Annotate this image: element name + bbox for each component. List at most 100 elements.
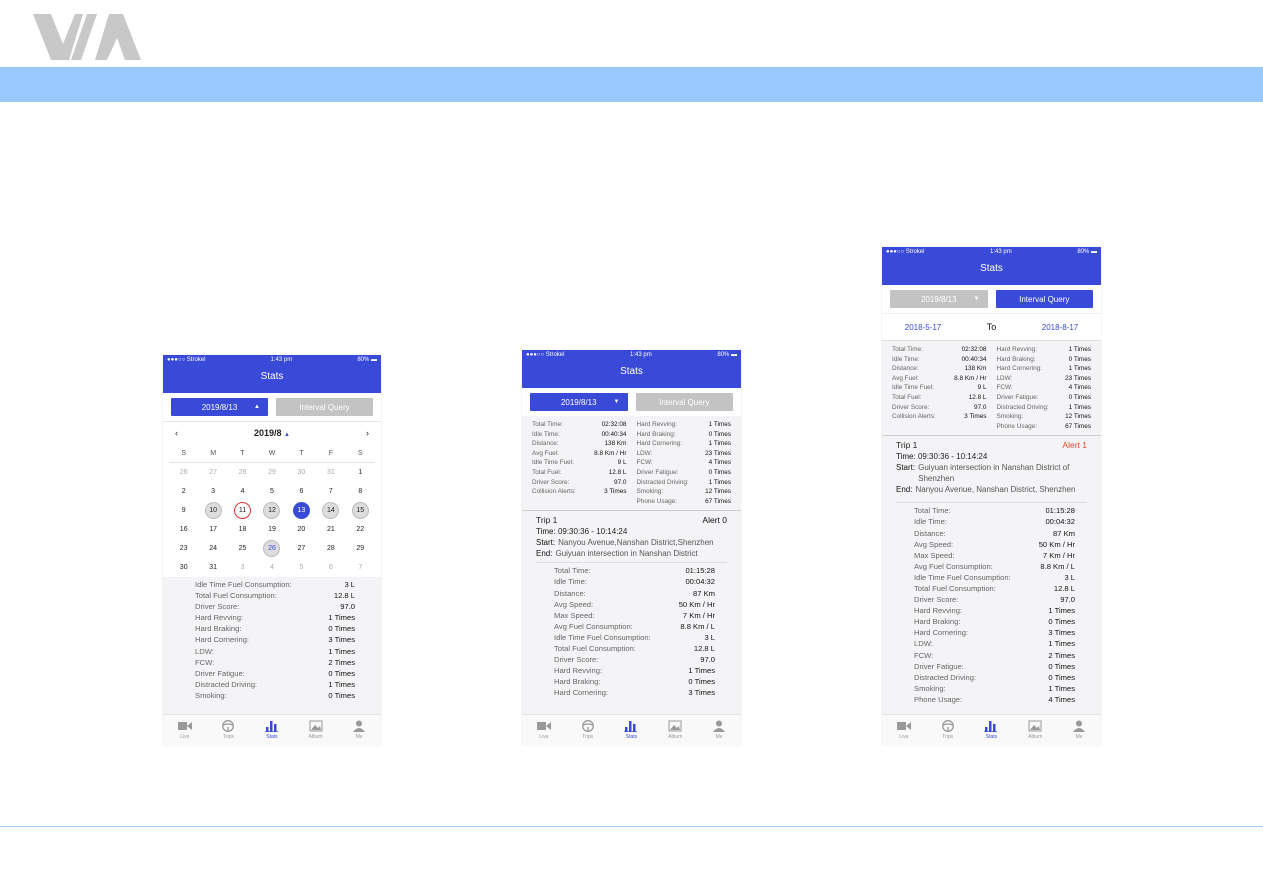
calendar-day[interactable]: 1 (346, 463, 375, 482)
calendar-day[interactable]: 3 (228, 558, 257, 577)
stat-value: 12 Times (1065, 413, 1091, 421)
calendar-day[interactable]: 30 (287, 463, 316, 482)
date-picker-button[interactable]: 2019/8/13 ▼ (890, 290, 988, 308)
battery: 80% ▬ (1077, 249, 1097, 255)
stat-label: Phone Usage: (996, 422, 1038, 430)
stat-label: Phone Usage: (914, 694, 963, 704)
tab-me[interactable]: Me (337, 715, 381, 745)
tab-album[interactable]: Album (653, 715, 697, 745)
calendar-day[interactable]: 21 (316, 520, 345, 539)
calendar-day[interactable]: 5 (257, 482, 286, 501)
stat-row: Smoking: 12 Times (997, 412, 1092, 422)
date-picker-button[interactable]: 2019/8/13 ▼ (530, 393, 628, 411)
calendar-day[interactable]: 13 (287, 501, 316, 520)
calendar-day[interactable]: 8 (346, 482, 375, 501)
calendar-day[interactable]: 17 (198, 520, 227, 539)
calendar-day[interactable]: 3 (198, 482, 227, 501)
stat-value: 00:40:34 (961, 355, 987, 363)
calendar-day[interactable]: 31 (316, 463, 345, 482)
calendar-day[interactable]: 28 (228, 463, 257, 482)
calendar-day[interactable]: 18 (228, 520, 257, 539)
date-picker-button[interactable]: 2019/8/13 ▲ (171, 398, 268, 416)
calendar-day[interactable]: 27 (287, 539, 316, 558)
tab-stats[interactable]: Stats (610, 715, 654, 745)
tab-me[interactable]: Me (697, 715, 741, 745)
calendar-day[interactable]: 11 (228, 501, 257, 520)
calendar-day[interactable]: 7 (346, 558, 375, 577)
calendar-day[interactable]: 2 (169, 482, 198, 501)
tab-live[interactable]: Live (882, 715, 926, 745)
trip-card[interactable]: Trip 1 Alert 1 Time: 09:30:36 - 10:14:24 … (882, 436, 1101, 498)
calendar-day[interactable]: 27 (198, 463, 227, 482)
steering-wheel-icon (941, 720, 954, 732)
calendar-day[interactable]: 9 (169, 501, 198, 520)
calendar-day[interactable]: 5 (287, 558, 316, 577)
stat-label: Idle Time Fuel Consumption: (195, 580, 292, 589)
stat-value: 3 Times (1048, 628, 1075, 638)
calendar-day[interactable]: 20 (287, 520, 316, 539)
calendar-day[interactable]: 29 (346, 539, 375, 558)
interval-query-button[interactable]: Interval Query (995, 290, 1093, 308)
caret-up-icon[interactable]: ▲ (284, 432, 290, 438)
bar-chart-icon (264, 721, 278, 732)
stat-label: Idle Time: (914, 517, 947, 527)
tab-stats[interactable]: Stats (970, 715, 1014, 745)
tab-me[interactable]: Me (1057, 715, 1101, 745)
calendar-day[interactable]: 7 (316, 482, 345, 501)
stat-row: Idle Time Fuel: 9 L (532, 458, 627, 468)
calendar-day[interactable]: 29 (257, 463, 286, 482)
stat-label: Hard Revving: (554, 666, 603, 676)
stat-row: Total Time: 02:32:08 (532, 420, 627, 430)
calendar-day[interactable]: 25 (228, 539, 257, 558)
stat-row: Hard Cornering: 1 Times (637, 439, 732, 449)
range-start[interactable]: 2018-5-17 (905, 323, 941, 332)
stats-scroll[interactable]: Total Time: 02:32:08 Idle Time: 00:40:34 Dis… (882, 341, 1101, 714)
interval-query-button[interactable]: Interval Query (276, 398, 373, 416)
calendar-day[interactable]: 16 (169, 520, 198, 539)
next-month-icon[interactable]: › (366, 428, 369, 438)
prev-month-icon[interactable]: ‹ (175, 428, 178, 438)
stat-row: Idle Time Fuel Consumption: 3 L (195, 579, 355, 590)
range-end[interactable]: 2018-8-17 (1042, 323, 1078, 332)
tab-trips[interactable]: Trips (926, 715, 970, 745)
calendar-day[interactable]: 28 (316, 539, 345, 558)
calendar-day[interactable]: 15 (346, 501, 375, 520)
stat-row: Hard Braking: 0 Times (914, 616, 1075, 627)
tab-live[interactable]: Live (522, 715, 566, 745)
calendar-day[interactable]: 24 (198, 539, 227, 558)
stats-scroll[interactable]: Total Time: 02:32:08 Idle Time: 00:40:34 Dis… (522, 416, 741, 714)
carrier: ●●●○○ Strokel (526, 352, 565, 358)
app-header: ●●●○○ Strokel 1:43 pm 80% ▬ Stats (522, 350, 741, 388)
calendar-day[interactable]: 19 (257, 520, 286, 539)
calendar-day[interactable]: 30 (169, 558, 198, 577)
calendar-day[interactable]: 22 (346, 520, 375, 539)
tab-live[interactable]: Live (163, 715, 207, 745)
tab-stats[interactable]: Stats (250, 715, 294, 745)
calendar-day[interactable]: 4 (228, 482, 257, 501)
calendar-day[interactable]: 6 (316, 558, 345, 577)
calendar-day[interactable]: 23 (169, 539, 198, 558)
calendar-day[interactable]: 26 (169, 463, 198, 482)
stat-label: Driver Score: (914, 595, 959, 605)
calendar-day[interactable]: 31 (198, 558, 227, 577)
tab-trips[interactable]: Trips (566, 715, 610, 745)
calendar-day[interactable]: 26 (257, 539, 286, 558)
calendar-day[interactable]: 6 (287, 482, 316, 501)
interval-query-button[interactable]: Interval Query (635, 393, 733, 411)
stat-row: Driver Fatigue: 0 Times (637, 468, 732, 478)
calendar-day[interactable]: 14 (316, 501, 345, 520)
calendar-day[interactable]: 10 (198, 501, 227, 520)
stat-row: Hard Revving: 1 Times (914, 605, 1075, 616)
tab-album[interactable]: Album (1013, 715, 1057, 745)
trip-end: Guiyuan intersection in Nanshan District (555, 549, 698, 559)
trip-card[interactable]: Trip 1 Alert 0 Time: 09:30:36 - 10:14:24 … (522, 511, 741, 562)
stat-row: Total Fuel Consumption: 12.8 L (914, 583, 1075, 594)
stat-value: 97.0 (700, 655, 715, 665)
calendar-day[interactable]: 4 (257, 558, 286, 577)
tab-album[interactable]: Album (294, 715, 338, 745)
stats-list[interactable]: Idle Time Fuel Consumption: 3 L Total Fuel… (163, 577, 381, 714)
calendar-day[interactable]: 12 (257, 501, 286, 520)
tab-trips[interactable]: Trips (207, 715, 251, 745)
stat-row: LDW: 23 Times (997, 374, 1092, 384)
stat-value: 97.0 (614, 478, 627, 486)
